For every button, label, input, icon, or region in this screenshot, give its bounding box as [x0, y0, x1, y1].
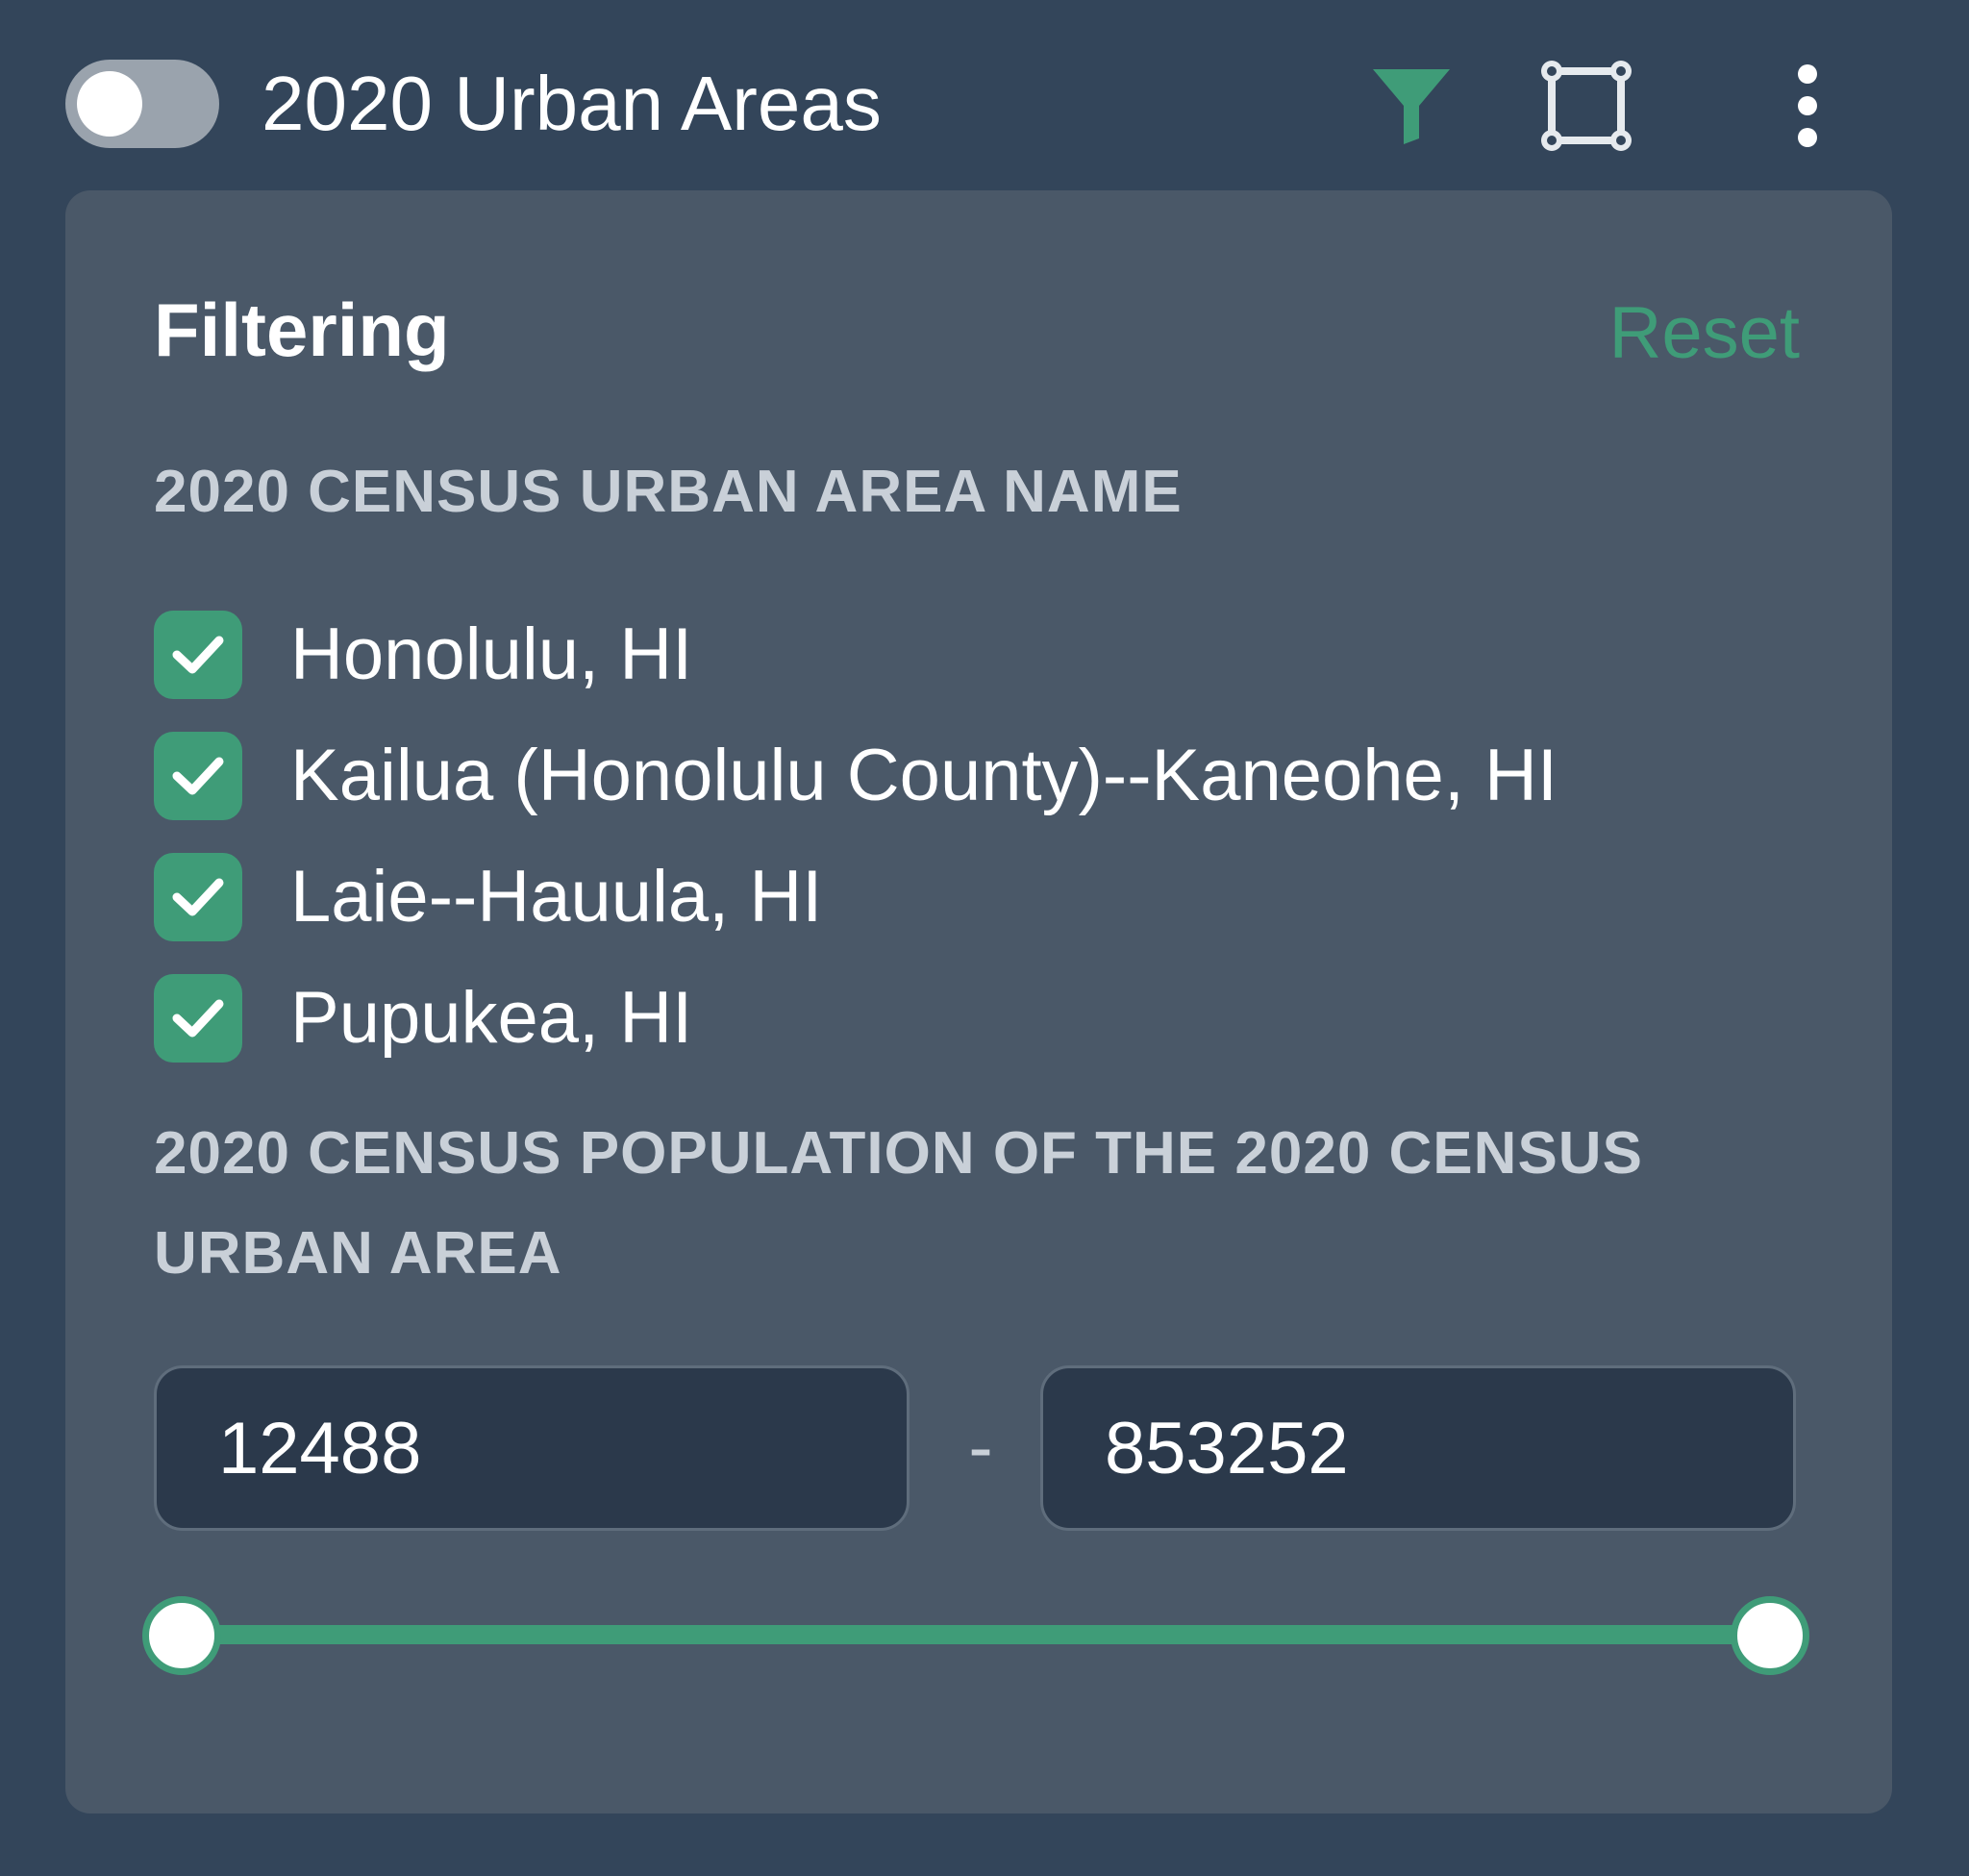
- checkmark-icon: [172, 878, 224, 916]
- population-max-input[interactable]: [1040, 1365, 1796, 1531]
- checkbox[interactable]: [154, 732, 242, 820]
- checklist-item-label: Honolulu, HI: [290, 613, 693, 695]
- population-range-slider[interactable]: [142, 1585, 1809, 1681]
- layer-header: 2020 Urban Areas: [0, 0, 1969, 192]
- slider-max-handle[interactable]: [1731, 1596, 1809, 1675]
- checkbox[interactable]: [154, 611, 242, 699]
- more-options-button[interactable]: [1750, 48, 1865, 163]
- checklist-item-label: Pupukea, HI: [290, 977, 693, 1059]
- checkmark-icon: [172, 999, 224, 1038]
- frame-select-icon: [1541, 61, 1632, 151]
- layer-visibility-toggle[interactable]: [65, 60, 219, 148]
- slider-track[interactable]: [181, 1625, 1769, 1644]
- checklist-item[interactable]: Laie--Hauula, HI: [154, 837, 1827, 958]
- checkbox[interactable]: [154, 974, 242, 1063]
- checklist-item-label: Laie--Hauula, HI: [290, 856, 823, 938]
- checkmark-icon: [172, 636, 224, 674]
- filter-icon: [1373, 69, 1450, 144]
- slider-min-handle[interactable]: [142, 1596, 221, 1675]
- checkbox[interactable]: [154, 853, 242, 941]
- reset-button[interactable]: Reset: [1608, 290, 1800, 377]
- checklist-item[interactable]: Kailua (Honolulu County)--Kaneohe, HI: [154, 715, 1827, 837]
- checklist-item-label: Kailua (Honolulu County)--Kaneohe, HI: [290, 735, 1558, 816]
- slider-fill: [181, 1625, 1769, 1644]
- more-vertical-icon: [1798, 64, 1817, 147]
- checklist-item[interactable]: Pupukea, HI: [154, 958, 1827, 1079]
- urban-area-checklist: Honolulu, HI Kailua (Honolulu County)--K…: [154, 594, 1827, 1079]
- frame-select-button[interactable]: [1529, 48, 1644, 163]
- layer-filter-panel: 2020 Urban Areas Filtering Reset 2020 CE…: [0, 0, 1969, 1876]
- toggle-knob: [77, 71, 142, 137]
- population-label: 2020 CENSUS POPULATION OF THE 2020 CENSU…: [154, 1120, 1643, 1287]
- filtering-panel: Filtering Reset 2020 CENSUS URBAN AREA N…: [65, 190, 1892, 1813]
- layer-title: 2020 Urban Areas: [262, 61, 882, 146]
- checklist-item[interactable]: Honolulu, HI: [154, 594, 1827, 715]
- urban-area-name-label: 2020 CENSUS URBAN AREA NAME: [154, 459, 1183, 525]
- population-min-input[interactable]: [154, 1365, 910, 1531]
- checkmark-icon: [172, 757, 224, 795]
- filter-button[interactable]: [1354, 48, 1469, 163]
- filtering-title: Filtering: [154, 288, 450, 372]
- range-separator: -: [968, 1407, 993, 1488]
